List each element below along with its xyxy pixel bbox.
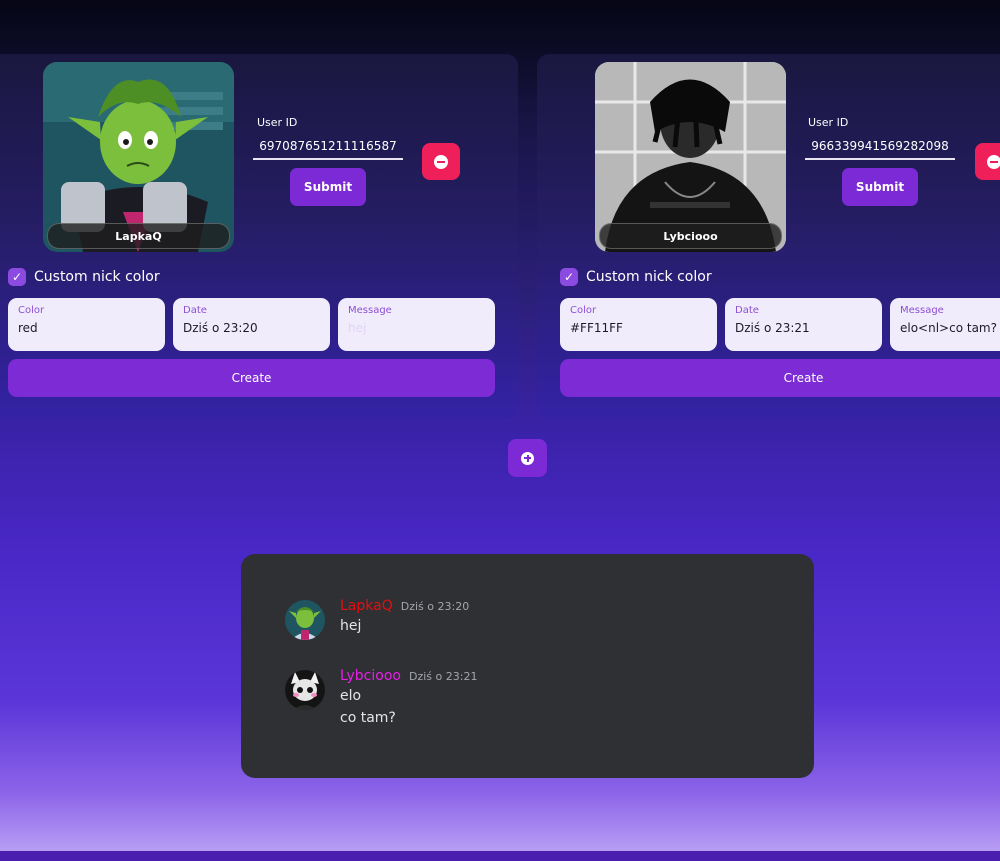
preview-avatar-1: [285, 600, 325, 640]
checkbox[interactable]: ✓: [560, 268, 578, 286]
date-field-label: Date: [183, 305, 207, 316]
user-id-input[interactable]: [805, 134, 955, 160]
date-field[interactable]: Date Dziś o 23:20: [173, 298, 330, 351]
minus-circle-icon: [434, 154, 448, 169]
preview-message-text: elo: [340, 688, 362, 704]
user-avatar-2[interactable]: Lybciooo: [595, 62, 786, 252]
preview-message-header: Lybciooo Dziś o 23:21: [340, 668, 740, 684]
check-icon: ✓: [563, 270, 575, 284]
create-button[interactable]: Create: [560, 359, 1000, 397]
preview-author-name: Lybciooo: [340, 668, 401, 684]
preview-timestamp: Dziś o 23:20: [400, 600, 470, 613]
user-card-2: Lybciooo User ID Submit ✓ Custom nick co…: [537, 54, 1000, 419]
date-field-value: Dziś o 23:20: [183, 321, 258, 335]
message-field-value: elo<nl>co tam?: [900, 321, 997, 335]
color-field-label: Color: [570, 305, 597, 316]
bottom-strip: [0, 851, 1000, 861]
color-field-label: Color: [18, 305, 45, 316]
message-field[interactable]: Message hej: [338, 298, 495, 351]
color-field-value: #FF11FF: [570, 321, 623, 335]
date-field-value: Dziś o 23:21: [735, 321, 810, 335]
user-card-1: LapkaQ User ID Submit ✓ Custom nick colo…: [0, 54, 518, 419]
message-field[interactable]: Message elo<nl>co tam?: [890, 298, 1000, 351]
message-field-label: Message: [348, 305, 392, 316]
check-icon: ✓: [11, 270, 23, 284]
add-card-button[interactable]: [508, 439, 547, 477]
user-avatar-1[interactable]: LapkaQ: [43, 62, 234, 252]
custom-nick-color-toggle[interactable]: ✓ Custom nick color: [560, 268, 712, 286]
preview-message-header: LapkaQ Dziś o 23:20: [340, 598, 740, 614]
beast-boy-avatar-image: [285, 600, 325, 640]
submit-button[interactable]: Submit: [842, 168, 918, 206]
avatar-username-pill: LapkaQ: [47, 223, 230, 249]
plus-circle-icon: [521, 451, 534, 465]
preview-author-name: LapkaQ: [340, 598, 393, 614]
minus-circle-icon: [987, 154, 1000, 169]
preview-avatar-2: [285, 670, 325, 710]
user-id-label: User ID: [808, 116, 849, 129]
remove-card-button[interactable]: [975, 143, 1000, 180]
message-field-value: hej: [348, 321, 367, 335]
preview-message-text: hej: [340, 618, 362, 634]
custom-nick-color-label: Custom nick color: [34, 269, 160, 285]
preview-message-body: Lybciooo Dziś o 23:21 elo co tam?: [340, 668, 740, 726]
preview-message-text: co tam?: [340, 710, 396, 726]
message-field-label: Message: [900, 305, 944, 316]
remove-card-button[interactable]: [422, 143, 460, 180]
color-field[interactable]: Color #FF11FF: [560, 298, 717, 351]
preview-timestamp: Dziś o 23:21: [408, 670, 478, 683]
create-button[interactable]: Create: [8, 359, 495, 397]
color-field-value: red: [18, 321, 38, 335]
custom-nick-color-label: Custom nick color: [586, 269, 712, 285]
lybciooo-avatar-image: [285, 670, 325, 710]
preview-message-body: LapkaQ Dziś o 23:20 hej: [340, 598, 740, 634]
avatar-username-pill: Lybciooo: [599, 223, 782, 249]
date-field[interactable]: Date Dziś o 23:21: [725, 298, 882, 351]
submit-button[interactable]: Submit: [290, 168, 366, 206]
message-preview: LapkaQ Dziś o 23:20 hej Lybciooo Dziś o …: [241, 554, 814, 778]
custom-nick-color-toggle[interactable]: ✓ Custom nick color: [8, 268, 160, 286]
user-id-input[interactable]: [253, 134, 403, 160]
user-id-label: User ID: [257, 116, 298, 129]
color-field[interactable]: Color red: [8, 298, 165, 351]
checkbox[interactable]: ✓: [8, 268, 26, 286]
date-field-label: Date: [735, 305, 759, 316]
